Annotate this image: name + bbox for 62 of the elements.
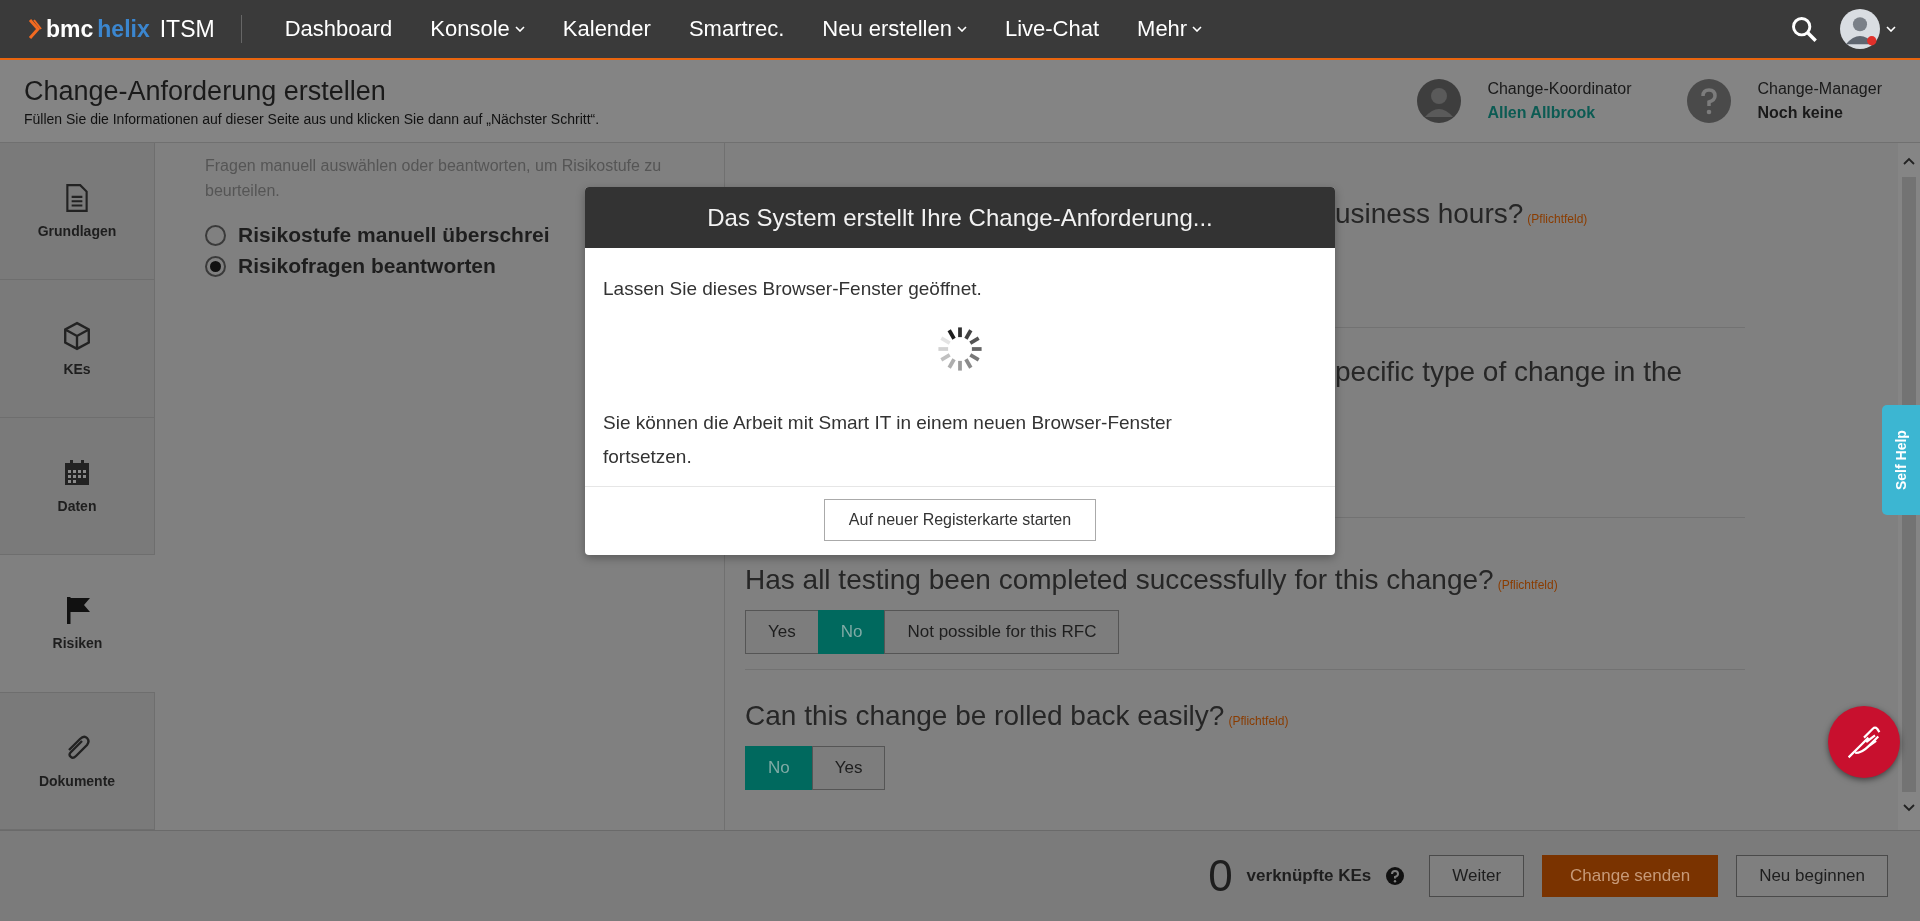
required-mark: (Pflichtfeld): [1527, 212, 1588, 226]
search-icon[interactable]: [1790, 15, 1818, 43]
answer-option[interactable]: Yes: [745, 610, 819, 654]
required-mark: (Pflichtfeld): [1228, 714, 1289, 728]
chevron-logo-icon: [28, 17, 42, 41]
sidebar-tab[interactable]: Dokumente: [0, 692, 155, 830]
linked-count: 0: [1208, 851, 1233, 901]
role-label: Change-Koordinator: [1487, 80, 1632, 98]
footer-button[interactable]: Change senden: [1542, 855, 1719, 897]
app-name: ITSM: [159, 15, 215, 43]
calendar-icon: [63, 458, 91, 488]
linked-count-label: verknüpfte KEs: [1246, 866, 1372, 886]
sidebar-tab[interactable]: Daten: [0, 417, 155, 556]
question-text: Has all testing been completed successfully for this change?(Pflichtfeld): [745, 564, 1559, 596]
document-icon: [63, 183, 91, 214]
footer-button[interactable]: Neu beginnen: [1736, 855, 1888, 897]
new-tab-button[interactable]: Auf neuer Registerkarte starten: [823, 499, 1097, 541]
caret-icon: [1886, 26, 1896, 32]
nav-menu-item[interactable]: Dashboard: [284, 16, 393, 42]
risk-option[interactable]: Risikofragen beantworten: [205, 254, 724, 278]
radio-button[interactable]: [205, 224, 226, 246]
answer-option[interactable]: Not possible for this RFC: [884, 610, 1120, 654]
user-avatar[interactable]: [1840, 9, 1896, 49]
chat-help-button[interactable]: [1828, 706, 1900, 778]
help-icon[interactable]: [1385, 866, 1406, 886]
brand-name: bmc: [46, 15, 94, 43]
role-value: Noch keine: [1757, 104, 1844, 122]
nav-menu-item[interactable]: Konsole: [430, 16, 525, 42]
dialog-note: Sie können die Arbeit mit Smart IT in einem neuen Browser-Fenster fortsetzen.: [603, 411, 1173, 469]
radio-button[interactable]: [205, 255, 226, 277]
footer-button[interactable]: Weiter: [1429, 855, 1525, 897]
caret-icon: [956, 26, 967, 32]
logo[interactable]: bmc helix: [28, 15, 150, 43]
page-title: Change-Anforderung erstellen: [24, 75, 387, 107]
nav-menu-item[interactable]: Kalender: [562, 16, 651, 42]
dialog-message: Lassen Sie dieses Browser-Fenster geöffnet.: [603, 278, 983, 300]
person-avatar-icon: [1417, 79, 1462, 123]
role-value[interactable]: Allen Allbrook: [1487, 104, 1632, 122]
answer-option[interactable]: Yes: [811, 746, 886, 790]
answer-option[interactable]: No: [745, 746, 813, 790]
scroll-up-icon[interactable]: [1903, 157, 1915, 165]
nav-menu-item[interactable]: Smartrec.: [688, 16, 785, 42]
question-mark-icon: [1687, 79, 1732, 123]
required-mark: (Pflichtfeld): [1497, 578, 1558, 592]
nav-menu-item[interactable]: Neu erstellen: [822, 16, 967, 42]
scroll-down-icon[interactable]: [1903, 804, 1915, 812]
caret-icon: [1192, 26, 1203, 32]
nav-menu-item[interactable]: Mehr: [1137, 16, 1203, 42]
page-subtitle: Füllen Sie die Informationen auf dieser Seite aus und klicken Sie dann auf „Nächster Schritt“.: [24, 110, 601, 127]
question-text: usiness hours?(Pflichtfeld): [1335, 198, 1589, 230]
dialog-title: Das System erstellt Ihre Change-Anforderung...: [707, 203, 1213, 232]
nav-menu-item[interactable]: Live-Chat: [1004, 16, 1100, 42]
role-label: Change-Manager: [1757, 80, 1882, 98]
sidebar-tab[interactable]: KEs: [0, 280, 155, 418]
self-help-tab[interactable]: Self Help: [1882, 405, 1920, 515]
cube-icon: [63, 320, 91, 351]
answer-option[interactable]: No: [817, 610, 886, 654]
sidebar-tab[interactable]: Grundlagen: [0, 143, 155, 281]
question-text: pecific type of change in the: [1335, 356, 1684, 388]
question-text: Can this change be rolled back easily?(Pflichtfeld): [745, 700, 1290, 732]
product-name: helix: [97, 15, 150, 43]
caret-icon: [514, 26, 525, 32]
